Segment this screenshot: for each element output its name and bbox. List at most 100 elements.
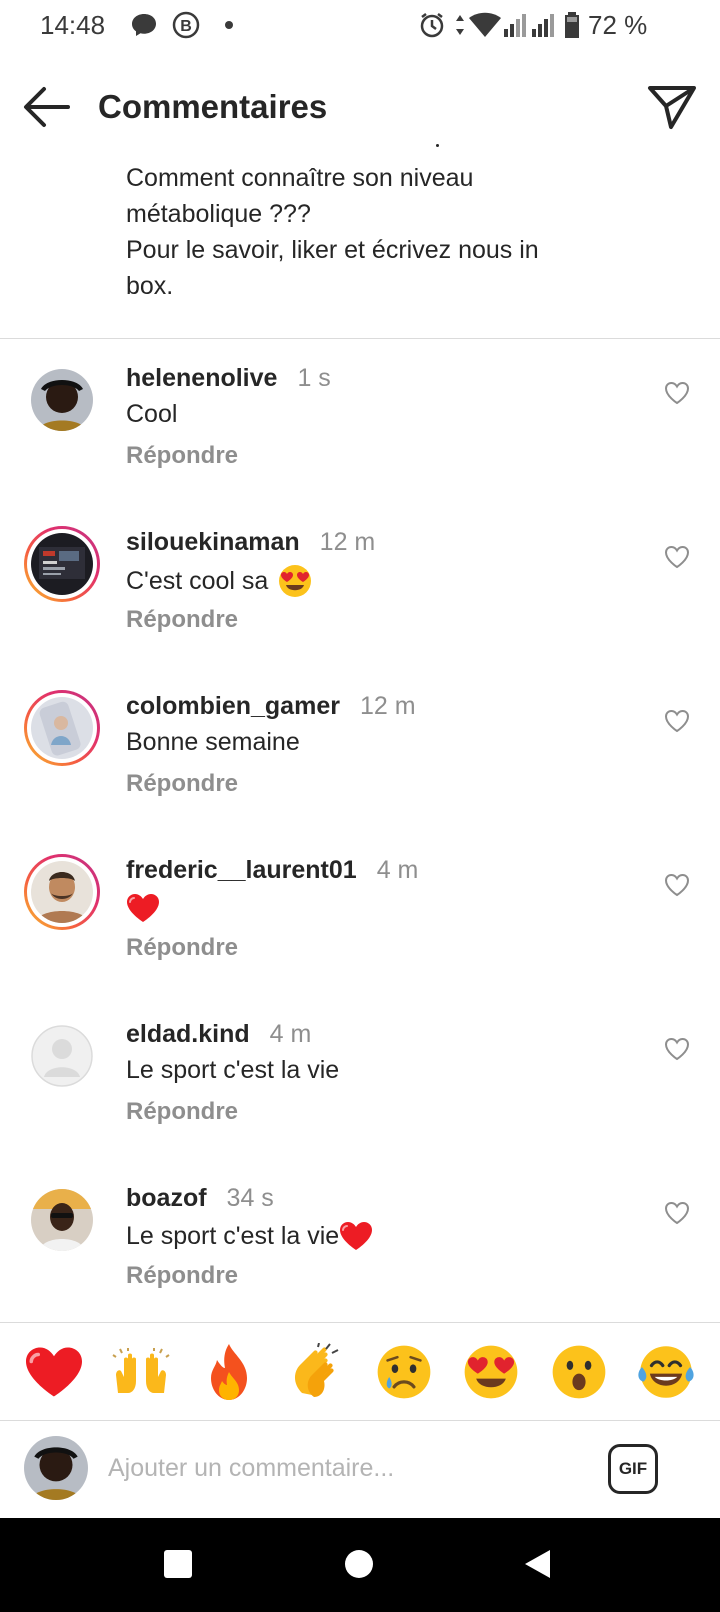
quick-emoji-bar [0,1324,720,1420]
comment-item: silouekinaman 12 m C'est cool sa Répondre [0,526,720,676]
reply-button[interactable]: Répondre [126,1262,238,1290]
comment-username[interactable]: colombien_gamer 12 m [126,692,416,721]
share-button[interactable] [646,82,698,132]
avatar[interactable] [24,854,100,930]
header: Commentaires [0,62,720,152]
emoji-surprised-button[interactable] [547,1340,611,1404]
avatar[interactable] [24,1182,100,1258]
reply-button[interactable]: Répondre [126,1098,238,1126]
comment-text: Bonne semaine [126,728,300,756]
comment-item: frederic__laurent01 4 m Répondre [0,854,720,1004]
status-time: 14:48 [40,10,106,40]
fire-icon [210,1344,247,1400]
comment-text: Le sport c'est la vie [126,1220,373,1252]
caption-line: Comment connaître son niveau [126,164,474,192]
home-button[interactable] [343,1548,379,1584]
back-button[interactable] [22,84,72,130]
battery-percentage: 72 % [588,10,648,40]
message-icon [130,10,158,40]
status-bar: 14:48 B 72 % [0,0,720,52]
comment-time: 12 m [319,528,376,556]
red-heart-emoji-icon [127,894,159,922]
caption-line: Pour le savoir, liker et écrivez nous in [126,236,539,264]
paper-plane-icon [648,86,696,129]
comment-input[interactable] [108,1444,588,1492]
avatar-image [31,1189,93,1251]
comment-item: boazof 34 s Le sport c'est la vie Répondr… [0,1182,720,1332]
comment-item: colombien_gamer 12 m Bonne semaine Répond… [0,690,720,840]
divider [0,1322,720,1323]
comment-username[interactable]: helenenolive 1 s [126,364,331,393]
reply-button[interactable]: Répondre [126,442,238,470]
comment-text: Le sport c'est la vie [126,1056,340,1084]
data-arrows-icon [454,10,466,40]
dot-icon [224,10,234,40]
avatar[interactable] [24,1018,100,1094]
avatar-image [31,861,93,923]
comment-text: Cool [126,400,178,428]
caption-line: box. [126,272,174,300]
comment-text [126,892,160,924]
raising-hands-icon [112,1348,170,1393]
signal-icon-2 [532,10,558,40]
comment-time: 4 m [376,856,419,884]
circle-icon [345,1550,373,1578]
reply-button[interactable]: Répondre [126,770,238,798]
emoji-fire-button[interactable] [197,1340,261,1404]
b-badge-icon: B [172,10,200,40]
comment-username[interactable]: boazof 34 s [126,1184,274,1213]
reply-button[interactable]: Répondre [126,934,238,962]
heart-outline-icon[interactable] [664,1036,690,1062]
heart-outline-icon[interactable] [664,708,690,734]
clapping-hands-icon [295,1343,339,1397]
comment-item: eldad.kind 4 m Le sport c'est la vie Répo… [0,1018,720,1168]
avatar-image [31,697,93,759]
comment-composer: GIF [0,1422,720,1518]
divider [0,1420,720,1421]
alarm-icon [418,10,446,40]
caption-line: métabolique ??? [126,200,311,228]
signal-icon [504,10,530,40]
emoji-heart-eyes-button[interactable] [459,1340,523,1404]
red-heart-emoji-icon [340,1222,373,1250]
system-nav-bar [0,1518,720,1612]
avatar[interactable] [24,362,100,438]
back-nav-button[interactable] [522,1548,558,1584]
battery-icon [564,10,580,40]
comment-time: 1 s [297,364,331,392]
post-caption: Comment connaître son niveau métabolique… [126,160,596,304]
heart-outline-icon[interactable] [664,1200,690,1226]
divider [0,338,720,339]
gif-button[interactable]: GIF [608,1444,658,1494]
heart-outline-icon[interactable] [664,544,690,570]
emoji-sad-tear-button[interactable] [372,1340,436,1404]
heart-outline-icon[interactable] [664,380,690,406]
comment-username[interactable]: eldad.kind 4 m [126,1020,311,1049]
caption-truncation-dot [436,144,439,147]
avatar[interactable] [24,690,100,766]
wifi-icon [468,10,502,40]
default-avatar-icon [31,1025,93,1087]
comment-username[interactable]: silouekinaman 12 m [126,528,375,557]
reply-button[interactable]: Répondre [126,606,238,634]
heart-outline-icon[interactable] [664,872,690,898]
comment-time: 4 m [269,1020,312,1048]
emoji-clapping-hands-button[interactable] [284,1340,348,1404]
page-title: Commentaires [98,88,328,125]
red-heart-icon [25,1347,82,1397]
emoji-tears-of-joy-button[interactable] [634,1340,698,1404]
recents-button[interactable] [162,1548,198,1584]
comment-username[interactable]: frederic__laurent01 4 m [126,856,418,885]
emoji-red-heart-button[interactable] [22,1340,86,1404]
emoji-raising-hands-button[interactable] [109,1340,173,1404]
comment-text: C'est cool sa [126,564,312,598]
comment-item: helenenolive 1 s Cool Répondre [0,362,720,512]
tears-of-joy-icon [638,1346,694,1398]
avatar-image [31,369,93,431]
sad-tear-icon [377,1345,431,1399]
heart-eyes-emoji-icon [279,565,312,597]
avatar[interactable] [24,526,100,602]
current-user-avatar [24,1436,88,1500]
comment-time: 12 m [359,692,416,720]
triangle-back-icon [525,1550,550,1578]
